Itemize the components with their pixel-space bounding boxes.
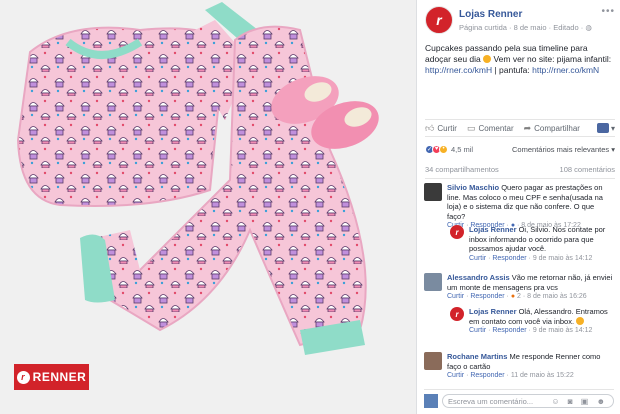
commenter-name[interactable]: Alessandro Assis [447,273,510,282]
post-meta: Página curtida · 8 de maio · Editado · ◍ [459,23,592,32]
comment-like-link[interactable]: Curtir [447,293,464,300]
shares-count[interactable]: 34 compartilhamentos [425,165,499,174]
comment-like-link[interactable]: Curtir [447,372,464,379]
post-photo[interactable]: r RENNER [0,0,416,414]
comment-input-bar: Escreva um comentário... ☺ ◙ ▣ ☻ [424,389,614,409]
post-text-part3: | pantufa: [492,65,533,75]
renner-logo-badge: r RENNER [14,364,89,390]
reply-reply-link[interactable]: Responder [492,327,526,334]
reply-time: · 9 de maio às 14:12 [526,254,593,262]
comment-label: Comentar [478,123,514,133]
post-meta-text: Página curtida · 8 de maio · Editado · [459,23,586,32]
reply-text: Lojas Renner Oi, Silvio. Nos contate por… [469,225,608,254]
user-avatar [424,394,438,408]
page-name[interactable]: Lojas Renner [459,9,522,20]
post-text: Cupcakes passando pela sua timeline para… [425,43,613,76]
reaction-count: 4,5 mil [451,144,474,154]
reply-item: r Lojas Renner Oi, Silvio. Nos contate p… [450,225,608,262]
reply-like-link[interactable]: Curtir [469,327,486,334]
reply-footer: Curtir · Responder · 9 de maio às 14:12 [469,327,593,334]
emoji-icon [483,55,492,63]
pajama-photo [0,0,416,414]
chevron-down-icon: ▾ [610,123,615,133]
commenter-avatar[interactable] [424,183,442,201]
comment-text: Alessandro Assis Vão me retornar não, já… [447,273,614,292]
comment-item: Rochane Martins Me responde Renner como … [424,352,614,379]
comments-count[interactable]: 108 comentários [560,165,615,174]
slipper-link[interactable]: http://rner.co/kmN [532,65,599,75]
identity-selector[interactable]: ▾ [596,123,615,133]
commenter-avatar[interactable] [424,352,442,370]
more-options-icon[interactable]: ••• [601,6,615,17]
page-avatar[interactable]: r [425,6,453,34]
reply-footer: Curtir · Responder · 9 de maio às 14:12 [469,254,593,262]
comment-button[interactable]: ▭ Comentar [467,123,514,134]
reply-avatar[interactable]: r [450,307,464,321]
comment-sort-dropdown[interactable]: Comentários mais relevantes ▾ [512,145,615,154]
reply-reply-link[interactable]: Responder [492,255,526,262]
replier-name[interactable]: Lojas Renner [469,225,517,234]
comment-text: Silvio Maschio Quero pagar as prestações… [447,183,614,221]
angry-reaction-icon: ● [510,293,516,300]
thumbs-up-icon: 👍︎ [425,122,435,133]
comment-input-placeholder: Escreva um comentário... [448,396,534,406]
comment-icon: ▭ [466,122,476,133]
commenter-name[interactable]: Silvio Maschio [447,183,499,192]
like-button[interactable]: 👍︎ Curtir [425,123,457,134]
post-text-part2: Vem ver no site: pijama infantil: [491,54,612,64]
reply-like-link[interactable]: Curtir [469,255,486,262]
comment-tools-icons[interactable]: ☺ ◙ ▣ ☻ [551,397,608,406]
commenter-name[interactable]: Rochane Martins [447,352,507,361]
renner-logo-text: RENNER [32,370,87,384]
smile-emoji-icon [576,316,585,325]
comment-item: Alessandro Assis Vão me retornar não, já… [424,273,614,300]
renner-logo-mark: r [16,370,30,384]
comment-time: · 11 de maio às 15:22 [504,372,574,379]
reply-item: r Lojas Renner Olá, Alessandro. Entramos… [450,307,608,334]
comment-reply-link[interactable]: Responder [470,372,504,379]
post-actions: 👍︎ Curtir ▭ Comentar ➦ Compartilhar ▾ [425,119,615,137]
comment-time: · 8 de maio às 16:26 [520,293,587,300]
comment-reply-link[interactable]: Responder [470,293,504,300]
reply-time: · 9 de maio às 14:12 [526,327,593,334]
comment-input[interactable]: Escreva um comentário... ☺ ◙ ▣ ☻ [442,394,614,408]
reply-avatar[interactable]: r [450,225,464,239]
share-button[interactable]: ➦ Compartilhar [524,123,580,134]
share-label: Compartilhar [534,123,580,133]
wow-reaction-icon: • [439,144,448,154]
comment-item: Silvio Maschio Quero pagar as prestações… [424,183,614,229]
commenter-avatar[interactable] [424,273,442,291]
reaction-summary[interactable]: ✓ ♥ • 4,5 mil Comentários mais relevante… [425,142,615,156]
globe-icon: ◍ [585,23,592,32]
reply-text: Lojas Renner Olá, Alessandro. Entramos e… [469,307,608,326]
comment-footer: Curtir · Responder · ● 2 · 8 de maio às … [447,293,587,300]
post-stats: 34 compartilhamentos 108 comentários [425,165,615,179]
share-icon: ➦ [523,122,532,133]
comment-text: Rochane Martins Me responde Renner como … [447,352,614,371]
page-identity-avatar [596,123,609,133]
pajama-link[interactable]: http://rner.co/kmH [425,65,492,75]
like-label: Curtir [437,123,457,133]
replier-name[interactable]: Lojas Renner [469,307,517,316]
comment-footer: Curtir · Responder · 11 de maio às 15:22 [447,372,574,379]
post-header: r Lojas Renner Página curtida · 8 de mai… [425,6,615,36]
